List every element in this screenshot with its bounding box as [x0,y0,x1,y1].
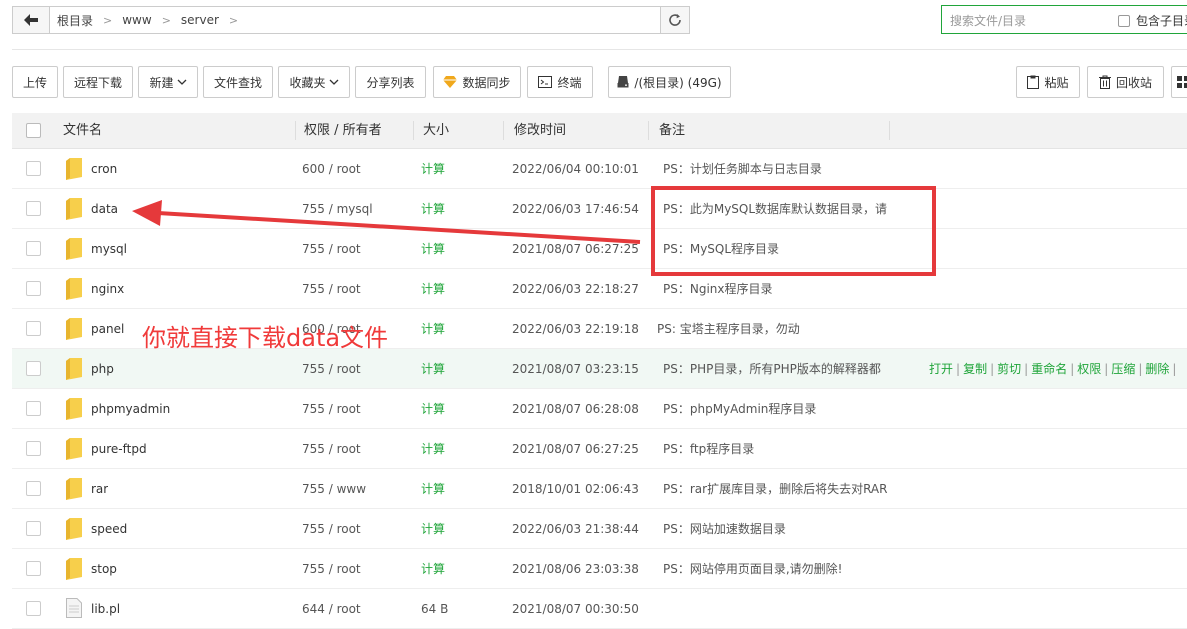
annotation-text: 你就直接下载data文件 [142,324,389,352]
annotation-arrow [132,200,641,244]
